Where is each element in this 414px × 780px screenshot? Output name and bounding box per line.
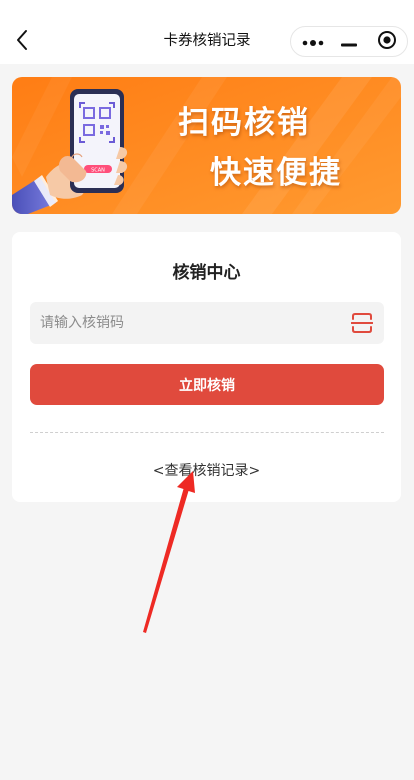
view-records-link[interactable]: <查看核销记录> [12,460,401,480]
card-title: 核销中心 [172,263,241,283]
redemption-code-input[interactable] [30,302,330,344]
close-button[interactable] [371,27,403,56]
promo-banner: SCAN 扫码核销 快速便捷 [12,77,401,214]
scan-button[interactable] [350,312,374,334]
code-input-container [30,302,384,344]
banner-headline-2: 快速便捷 [210,155,342,191]
target-close-icon [377,30,397,54]
mini-program-capsule [290,26,408,57]
more-button[interactable] [297,27,329,56]
more-dots-icon [302,32,324,51]
scan-icon [350,313,374,338]
redemption-card: 核销中心 立即核销 <查看核销记录> [12,232,401,502]
navigation-bar: 卡券核销记录 [0,0,414,64]
dashed-divider [30,432,384,433]
scan-badge-text: SCAN [91,168,105,174]
banner-headline-1: 扫码核销 [178,105,310,141]
minimize-icon [341,32,357,51]
minimize-button[interactable] [335,27,363,56]
redeem-now-button[interactable]: 立即核销 [30,364,384,405]
